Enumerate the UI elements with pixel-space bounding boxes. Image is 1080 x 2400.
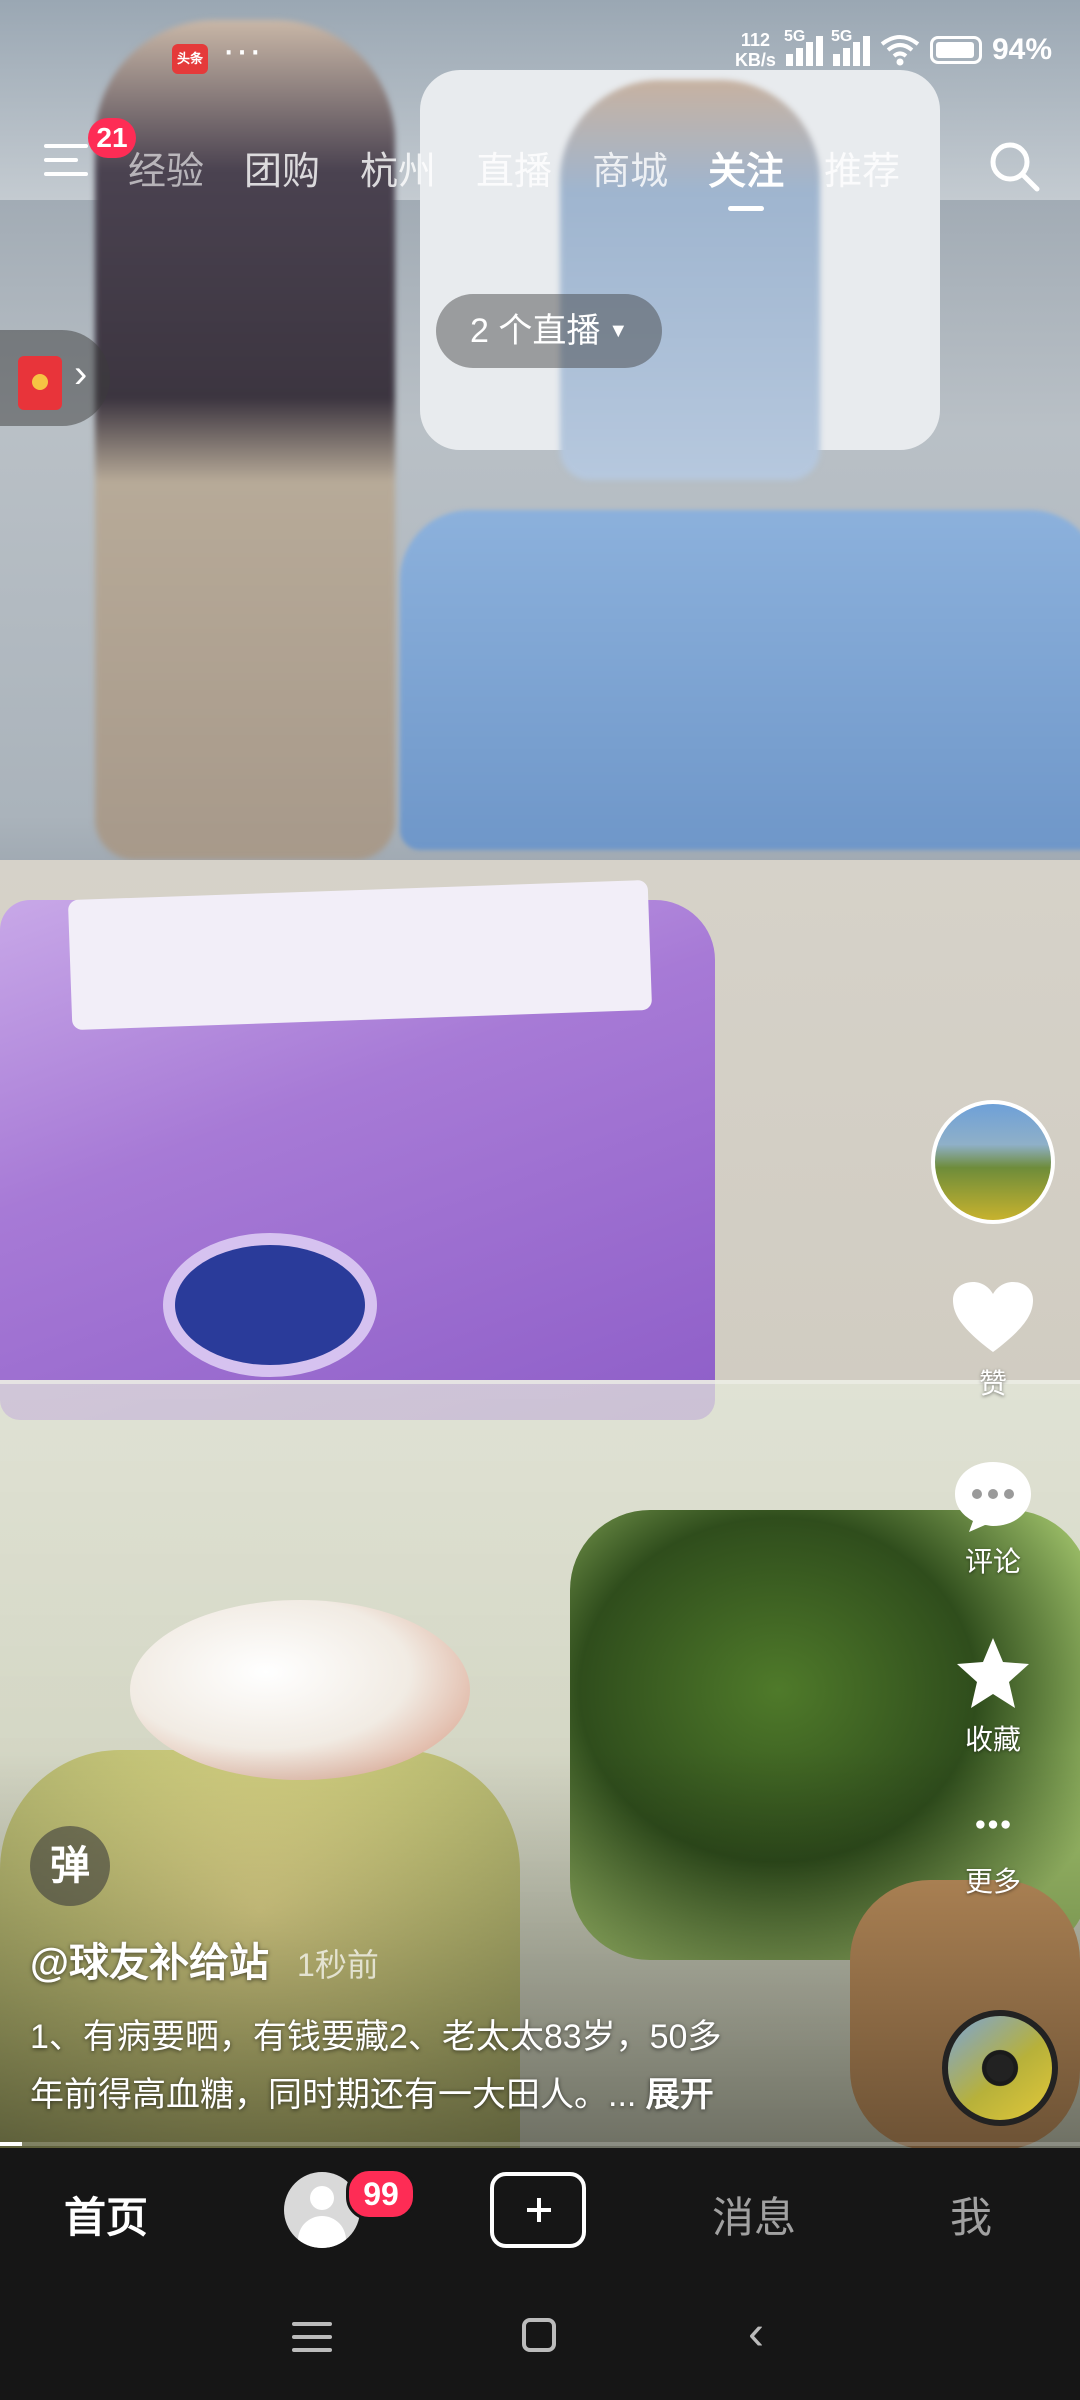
- signal-icon: 5G: [784, 28, 823, 66]
- back-icon[interactable]: ‹: [748, 2310, 764, 2358]
- friends-badge: 99: [346, 2168, 416, 2220]
- expand-link[interactable]: 展开: [646, 2076, 714, 2114]
- live-count-pill[interactable]: 2 个直播 ▼: [436, 294, 663, 368]
- favorite-button[interactable]: 收藏: [928, 1636, 1058, 1758]
- tab-mall[interactable]: 商城: [592, 140, 668, 195]
- tab-group-buy[interactable]: 团购: [244, 140, 320, 195]
- network-speed: 112 KB/s: [735, 30, 776, 70]
- star-icon: [957, 1638, 1029, 1708]
- favorite-label: 收藏: [964, 1724, 1021, 1755]
- signal-icon-2: 5G: [831, 28, 870, 66]
- more-label: 更多: [964, 1866, 1021, 1897]
- battery-icon: [929, 36, 982, 64]
- bottom-nav: 首页 99 消息 我: [0, 2148, 1080, 2274]
- battery-level: 94%: [991, 33, 1052, 66]
- scene-bed-rail: [400, 510, 1080, 850]
- author-avatar[interactable]: [931, 1100, 1055, 1224]
- description-line-2-text: 年前得高血糖，同时期还有一大田人。...: [30, 2076, 637, 2114]
- comment-button[interactable]: 评论: [928, 1458, 1058, 1580]
- red-packet-icon: [18, 356, 62, 410]
- video-progress-fill: [0, 2142, 22, 2146]
- description-line-1: 1、有病要晒，有钱要藏2、老太太83岁，50多: [30, 2018, 722, 2056]
- status-bar: 头条 ··· 112 KB/s 5G 5G 94%: [0, 0, 1080, 110]
- plus-icon[interactable]: [490, 2172, 586, 2248]
- recent-apps-icon[interactable]: [292, 2322, 332, 2361]
- menu-icon[interactable]: [44, 144, 92, 188]
- description-line-2: 年前得高血糖，同时期还有一大田人。... 展开: [30, 2066, 860, 2124]
- tab-following[interactable]: 关注: [708, 140, 784, 211]
- video-description[interactable]: 1、有病要晒，有钱要藏2、老太太83岁，50多 年前得高血糖，同时期还有一大田人…: [30, 2008, 860, 2124]
- scene-tissue-top: [67, 879, 653, 1031]
- tab-hangzhou[interactable]: 杭州: [360, 140, 436, 195]
- live-count-label: 2 个直播: [470, 312, 601, 350]
- video-progress-bar[interactable]: [0, 2142, 1080, 2146]
- chevron-right-icon: ›: [74, 352, 88, 396]
- nav-home[interactable]: 首页: [64, 2184, 148, 2245]
- search-icon[interactable]: [986, 138, 1042, 194]
- comment-label: 评论: [964, 1546, 1021, 1577]
- tab-experience[interactable]: 经验: [128, 140, 204, 195]
- top-nav: 21 经验 团购 杭州 直播 商城 关注 推荐: [0, 118, 1080, 218]
- network-speed-unit: KB/s: [734, 50, 776, 70]
- more-icon: [976, 1820, 1010, 1829]
- danmu-toggle[interactable]: 弹: [30, 1826, 110, 1906]
- comment-icon: [955, 1462, 1031, 1532]
- like-label: 赞: [978, 1368, 1007, 1399]
- status-icons: 112 KB/s 5G 5G 94%: [735, 28, 1052, 70]
- more-button[interactable]: 更多: [928, 1814, 1058, 1900]
- author-row: @球友补给站 1秒前: [30, 1930, 379, 1988]
- chevron-down-icon: ▼: [608, 320, 629, 342]
- red-packet-button[interactable]: ›: [0, 330, 110, 426]
- nav-me[interactable]: 我: [950, 2184, 992, 2245]
- sim1-label: 5G: [783, 28, 806, 45]
- tab-recommend[interactable]: 推荐: [824, 140, 900, 195]
- post-time: 1秒前: [297, 1947, 379, 1983]
- sim2-label: 5G: [830, 28, 853, 45]
- user-icon: [310, 2186, 334, 2210]
- music-disc[interactable]: [942, 2010, 1058, 2126]
- like-button[interactable]: 赞: [928, 1280, 1058, 1402]
- scene-brand-logo: [175, 1245, 365, 1365]
- notification-app-icon: 头条: [172, 44, 208, 74]
- action-rail: 赞 评论 收藏 更多: [928, 1100, 1058, 1900]
- tab-live[interactable]: 直播: [476, 140, 552, 195]
- author-name[interactable]: @球友补给站: [30, 1930, 269, 1988]
- wifi-icon: [880, 35, 920, 66]
- system-nav-bar: ‹: [0, 2274, 1080, 2400]
- feed-tabs: 经验 团购 杭州 直播 商城 关注 推荐: [128, 140, 900, 211]
- home-icon[interactable]: [522, 2318, 556, 2352]
- user-icon-body: [298, 2216, 346, 2248]
- more-notifications-icon: ···: [222, 28, 262, 72]
- nav-messages[interactable]: 消息: [712, 2184, 796, 2245]
- network-speed-value: 112: [740, 30, 770, 50]
- heart-icon: [953, 1282, 1033, 1352]
